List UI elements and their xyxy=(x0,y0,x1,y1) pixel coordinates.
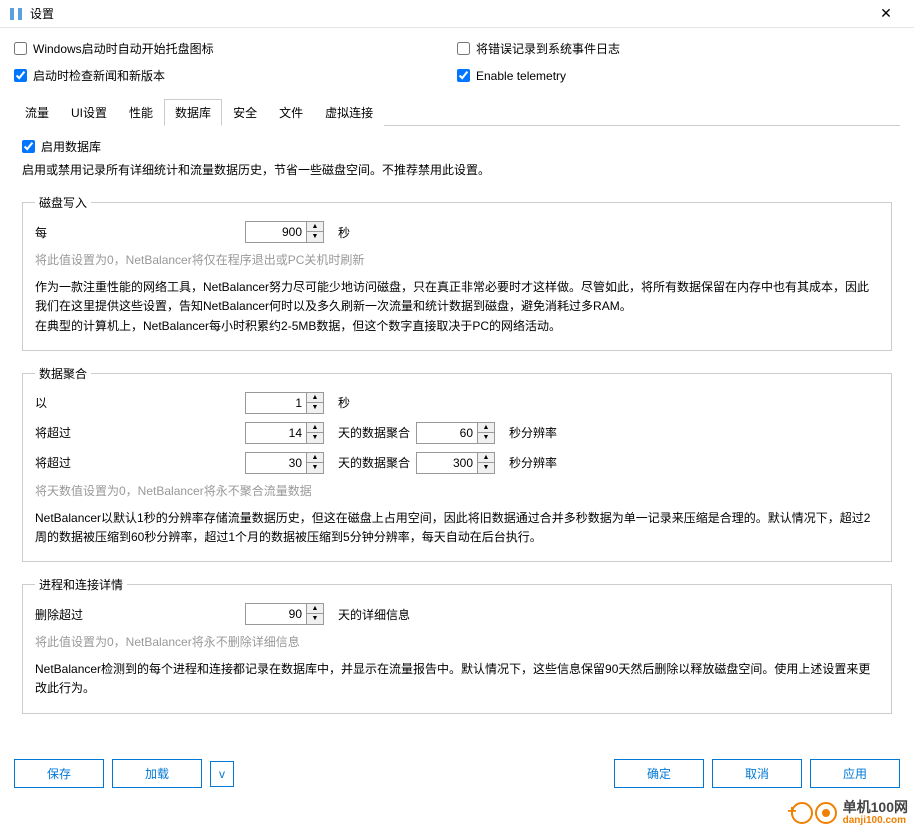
watermark: + 单机100网 danji100.com xyxy=(787,800,908,826)
agg-over1-label: 将超过 xyxy=(35,424,245,441)
tab-content: 启用数据库 启用或禁用记录所有详细统计和流量数据历史，节省一些磁盘空间。不推荐禁… xyxy=(14,126,900,736)
aggregation-legend: 数据聚合 xyxy=(35,365,91,382)
disk-write-interval-input[interactable] xyxy=(246,223,306,241)
disk-write-legend: 磁盘写入 xyxy=(35,194,91,211)
tab-files[interactable]: 文件 xyxy=(268,99,314,126)
details-group: 进程和连接详情 删除超过 ▲▼ 天的详细信息 将此值设置为0，NetBalanc… xyxy=(22,576,892,713)
agg-by-spinner[interactable]: ▲▼ xyxy=(245,392,324,414)
spin-up-icon[interactable]: ▲ xyxy=(307,453,323,463)
enable-database-checkbox[interactable] xyxy=(22,140,35,153)
tabs: 流量 UI设置 性能 数据库 安全 文件 虚拟连接 xyxy=(14,98,900,126)
disk-write-unit: 秒 xyxy=(338,224,350,241)
watermark-text: 单机100网 xyxy=(843,800,908,815)
save-button[interactable]: 保存 xyxy=(14,759,104,788)
close-button[interactable]: ✕ xyxy=(866,5,906,22)
spin-up-icon[interactable]: ▲ xyxy=(307,423,323,433)
agg-over2-unit: 秒分辨率 xyxy=(509,454,557,471)
details-days-input[interactable] xyxy=(246,605,306,623)
check-tray-input[interactable] xyxy=(14,42,27,55)
check-news[interactable]: 启动时检查新闻和新版本 xyxy=(14,67,457,84)
details-unit: 天的详细信息 xyxy=(338,606,410,623)
watermark-url: danji100.com xyxy=(843,815,908,826)
app-icon xyxy=(8,6,24,22)
titlebar: 设置 ✕ xyxy=(0,0,914,28)
disk-write-hint: 将此值设置为0，NetBalancer将仅在程序退出或PC关机时刷新 xyxy=(35,251,879,268)
spin-down-icon[interactable]: ▼ xyxy=(307,463,323,473)
agg-by-input[interactable] xyxy=(246,394,306,412)
check-syslog-label: 将错误记录到系统事件日志 xyxy=(476,40,620,57)
disk-write-para: 作为一款注重性能的网络工具，NetBalancer努力尽可能少地访问磁盘，只在真… xyxy=(35,278,879,336)
circle-icon xyxy=(791,802,813,824)
load-button[interactable]: 加载 xyxy=(112,759,202,788)
cancel-button[interactable]: 取消 xyxy=(712,759,802,788)
agg-over1-mid: 天的数据聚合 xyxy=(338,424,410,441)
disk-write-interval-spinner[interactable]: ▲▼ xyxy=(245,221,324,243)
check-telemetry-label: Enable telemetry xyxy=(476,69,566,83)
enable-database-label: 启用数据库 xyxy=(41,138,101,155)
check-tray[interactable]: Windows启动时自动开始托盘图标 xyxy=(14,40,457,57)
check-news-label: 启动时检查新闻和新版本 xyxy=(33,67,165,84)
check-syslog[interactable]: 将错误记录到系统事件日志 xyxy=(457,40,900,57)
spin-down-icon[interactable]: ▼ xyxy=(478,463,494,473)
agg-over1-unit: 秒分辨率 xyxy=(509,424,557,441)
window-title: 设置 xyxy=(30,5,866,22)
tab-database[interactable]: 数据库 xyxy=(164,99,222,126)
tab-virtual[interactable]: 虚拟连接 xyxy=(314,99,384,126)
agg-over2-label: 将超过 xyxy=(35,454,245,471)
agg-over2-res-spinner[interactable]: ▲▼ xyxy=(416,452,495,474)
spin-up-icon[interactable]: ▲ xyxy=(307,604,323,614)
details-legend: 进程和连接详情 xyxy=(35,576,127,593)
disk-write-every-label: 每 xyxy=(35,224,245,241)
agg-over1-res-spinner[interactable]: ▲▼ xyxy=(416,422,495,444)
bottom-bar: 保存 加载 v 确定 取消 应用 xyxy=(0,759,914,788)
tab-ui[interactable]: UI设置 xyxy=(60,99,118,126)
agg-over1-days-spinner[interactable]: ▲▼ xyxy=(245,422,324,444)
agg-over2-mid: 天的数据聚合 xyxy=(338,454,410,471)
spin-up-icon[interactable]: ▲ xyxy=(307,393,323,403)
spin-down-icon[interactable]: ▼ xyxy=(478,433,494,443)
spin-down-icon[interactable]: ▼ xyxy=(307,614,323,624)
check-syslog-input[interactable] xyxy=(457,42,470,55)
circle-dot-icon xyxy=(815,802,837,824)
tab-security[interactable]: 安全 xyxy=(222,99,268,126)
agg-by-label: 以 xyxy=(35,394,245,411)
tab-performance[interactable]: 性能 xyxy=(118,99,164,126)
enable-database-desc: 启用或禁用记录所有详细统计和流量数据历史，节省一些磁盘空间。不推荐禁用此设置。 xyxy=(22,161,892,180)
agg-over1-res-input[interactable] xyxy=(417,424,477,442)
agg-over2-days-input[interactable] xyxy=(246,454,306,472)
disk-write-group: 磁盘写入 每 ▲▼ 秒 将此值设置为0，NetBalancer将仅在程序退出或P… xyxy=(22,194,892,351)
agg-over2-days-spinner[interactable]: ▲▼ xyxy=(245,452,324,474)
check-news-input[interactable] xyxy=(14,69,27,82)
apply-button[interactable]: 应用 xyxy=(810,759,900,788)
agg-by-unit: 秒 xyxy=(338,394,350,411)
aggregation-hint: 将天数值设置为0，NetBalancer将永不聚合流量数据 xyxy=(35,482,879,499)
tab-traffic[interactable]: 流量 xyxy=(14,99,60,126)
details-delete-label: 删除超过 xyxy=(35,606,245,623)
ok-button[interactable]: 确定 xyxy=(614,759,704,788)
details-days-spinner[interactable]: ▲▼ xyxy=(245,603,324,625)
aggregation-group: 数据聚合 以 ▲▼ 秒 将超过 ▲▼ 天的数据聚合 ▲▼ xyxy=(22,365,892,562)
agg-over1-days-input[interactable] xyxy=(246,424,306,442)
agg-over2-res-input[interactable] xyxy=(417,454,477,472)
check-tray-label: Windows启动时自动开始托盘图标 xyxy=(33,40,214,57)
spin-down-icon[interactable]: ▼ xyxy=(307,232,323,242)
spin-up-icon[interactable]: ▲ xyxy=(478,453,494,463)
startup-options: Windows启动时自动开始托盘图标 将错误记录到系统事件日志 启动时检查新闻和… xyxy=(14,40,900,94)
load-dropdown-button[interactable]: v xyxy=(210,761,234,787)
check-telemetry[interactable]: Enable telemetry xyxy=(457,67,900,84)
spin-down-icon[interactable]: ▼ xyxy=(307,403,323,413)
spin-down-icon[interactable]: ▼ xyxy=(307,433,323,443)
check-telemetry-input[interactable] xyxy=(457,69,470,82)
spin-up-icon[interactable]: ▲ xyxy=(307,222,323,232)
details-hint: 将此值设置为0，NetBalancer将永不删除详细信息 xyxy=(35,633,879,650)
spin-up-icon[interactable]: ▲ xyxy=(478,423,494,433)
details-para: NetBalancer检测到的每个进程和连接都记录在数据库中，并显示在流量报告中… xyxy=(35,660,879,698)
aggregation-para: NetBalancer以默认1秒的分辨率存储流量数据历史，但这在磁盘上占用空间，… xyxy=(35,509,879,547)
